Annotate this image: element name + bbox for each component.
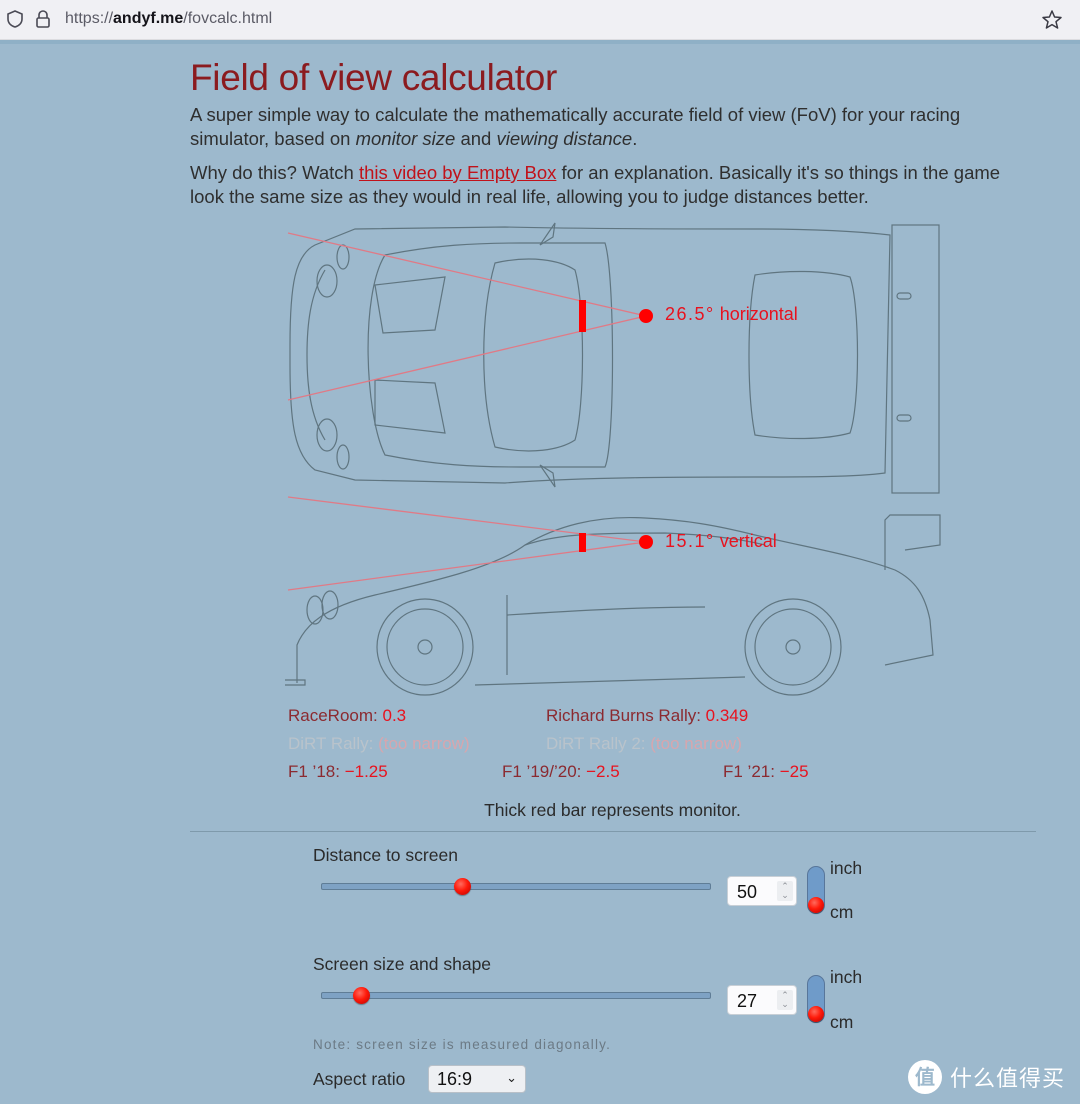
vertical-fov-suffix: vertical (714, 531, 777, 551)
horizontal-eye-point (639, 309, 653, 323)
screen-size-note: Note: screen size is measured diagonally… (313, 1037, 612, 1052)
game-name: RaceRoom: (288, 706, 383, 725)
vertical-fov-label: 15.1° vertical (665, 531, 777, 552)
distance-spinner[interactable]: ⌃ ⌄ (777, 881, 793, 901)
url-field[interactable]: https://andyf.me/fovcalc.html (65, 10, 272, 28)
distance-value: 50 (737, 882, 758, 902)
horizontal-fov-ray-lower (287, 315, 647, 401)
intro-paragraph: A super simple way to calculate the math… (190, 103, 1035, 151)
chevron-down-icon: ⌄ (506, 1070, 517, 1085)
game-dirt-rally: DiRT Rally: (too narrow) (288, 734, 470, 754)
why-paragraph: Why do this? Watch this video by Empty B… (190, 161, 1035, 209)
game-name: F1 ’19/’20: (502, 762, 587, 781)
game-richard-burns-rally: Richard Burns Rally: 0.349 (546, 706, 748, 726)
distance-unit-toggle-knob[interactable] (808, 897, 824, 913)
fov-diagram: 26.5° horizontal 15.1° vertical (285, 215, 950, 705)
vertical-fov-value: 15.1° (665, 531, 715, 551)
car-side-view (285, 514, 941, 696)
screen-unit-toggle-knob[interactable] (808, 1006, 824, 1022)
aspect-ratio-select[interactable]: 16:9 ⌄ (428, 1065, 526, 1093)
vertical-eye-point (639, 535, 653, 549)
distance-slider[interactable] (321, 878, 711, 895)
url-path: /fovcalc.html (183, 10, 273, 27)
game-name: DiRT Rally 2: (546, 734, 651, 753)
screen-size-slider[interactable] (321, 987, 711, 1004)
screen-size-value: 27 (737, 991, 758, 1011)
game-value: −1.25 (344, 762, 388, 781)
distance-slider-thumb[interactable] (453, 878, 471, 895)
shield-icon[interactable] (6, 9, 24, 29)
bookmark-star-icon[interactable] (1040, 8, 1064, 32)
screen-size-label: Screen size and shape (313, 954, 492, 974)
game-name: Richard Burns Rally: (546, 706, 706, 725)
game-value: −2.5 (586, 762, 620, 781)
game-name: F1 ’21: (723, 762, 780, 781)
game-name: DiRT Rally: (288, 734, 379, 753)
lock-icon[interactable] (34, 9, 52, 29)
watermark: 值 什么值得买 (908, 1057, 1065, 1097)
vertical-monitor-bar (579, 533, 586, 552)
game-value: (too narrow) (378, 734, 470, 753)
browser-url-bar: https://andyf.me/fovcalc.html (0, 0, 1080, 40)
distance-unit-inch[interactable]: inch (830, 858, 862, 879)
url-domain: andyf.me (113, 10, 184, 27)
intro-emphasis-viewing-distance: viewing distance (496, 128, 633, 149)
url-scheme: https:// (65, 10, 114, 27)
horizontal-fov-label: 26.5° horizontal (665, 304, 798, 325)
section-divider (190, 831, 1036, 832)
distance-unit-toggle[interactable] (807, 866, 825, 914)
game-value: 0.3 (382, 706, 407, 725)
game-name: F1 ’18: (288, 762, 345, 781)
horizontal-monitor-bar (579, 300, 586, 332)
watermark-logo-icon: 值 (908, 1060, 942, 1094)
screen-unit-cm[interactable]: cm (830, 1012, 853, 1033)
page-title: Field of view calculator (190, 57, 558, 98)
aspect-ratio-label: Aspect ratio (313, 1069, 406, 1089)
vertical-fov-ray-upper (287, 496, 647, 543)
game-dirt-rally-2: DiRT Rally 2: (too narrow) (546, 734, 742, 754)
screen-size-slider-thumb[interactable] (352, 987, 370, 1004)
empty-box-video-link[interactable]: this video by Empty Box (359, 162, 556, 183)
distance-label: Distance to screen (313, 845, 458, 865)
vertical-fov-ray-lower (287, 541, 647, 591)
game-f1-19-20: F1 ’19/’20: −2.5 (502, 762, 620, 782)
intro-text: and (455, 128, 497, 149)
screen-unit-inch[interactable]: inch (830, 967, 862, 988)
car-diagram-svg (285, 222, 941, 696)
horizontal-fov-value: 26.5° (665, 304, 715, 324)
game-value: (too narrow) (650, 734, 742, 753)
distance-unit-cm[interactable]: cm (830, 902, 853, 923)
why-text: Why do this? Watch (190, 162, 359, 183)
car-top-view (289, 222, 940, 494)
game-value: −25 (779, 762, 809, 781)
game-raceroom: RaceRoom: 0.3 (288, 706, 406, 726)
watermark-text: 什么值得买 (950, 1067, 1066, 1092)
horizontal-fov-suffix: horizontal (714, 304, 798, 324)
aspect-ratio-value: 16:9 (437, 1069, 473, 1089)
screen-size-spinner[interactable]: ⌃ ⌄ (777, 990, 793, 1010)
game-f1-21: F1 ’21: −25 (723, 762, 809, 782)
distance-input[interactable]: 50 ⌃ ⌄ (727, 876, 797, 906)
game-f1-18: F1 ’18: −1.25 (288, 762, 388, 782)
screen-unit-toggle[interactable] (807, 975, 825, 1023)
page-content: Field of view calculator A super simple … (190, 44, 1035, 209)
diagram-caption: Thick red bar represents monitor. (484, 800, 741, 820)
intro-text: . (632, 128, 638, 149)
game-value: 0.349 (705, 706, 749, 725)
screen-size-input[interactable]: 27 ⌃ ⌄ (727, 985, 797, 1015)
intro-emphasis-monitor-size: monitor size (355, 128, 456, 149)
horizontal-fov-ray-upper (287, 232, 647, 317)
